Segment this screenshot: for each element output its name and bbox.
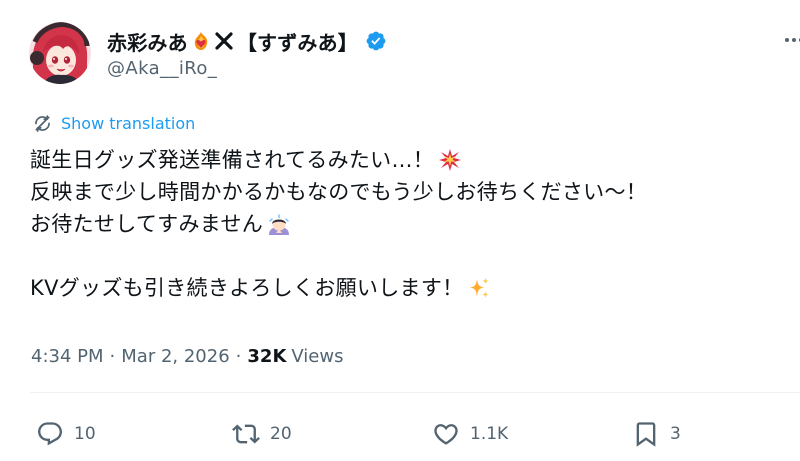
- retweet-icon: [232, 424, 260, 444]
- more-options-icon[interactable]: [782, 28, 800, 52]
- display-name[interactable]: 赤彩みあ: [107, 27, 188, 56]
- meta-separator: ·: [109, 346, 116, 367]
- divider: [30, 392, 800, 393]
- tweet-line-3-text: お待たせしてすみません: [30, 212, 264, 236]
- verified-badge-icon[interactable]: [365, 30, 387, 52]
- retweet-count: 20: [270, 424, 292, 444]
- avatar-image: [29, 22, 91, 84]
- bookmark-button[interactable]: 3: [632, 419, 681, 449]
- retweet-button[interactable]: 20: [232, 419, 292, 449]
- tweet-line-2-text: 反映まで少し時間かかるかもなのでもう少しお待ちください〜！: [30, 180, 648, 204]
- tweet-text: 誕生日グッズ発送準備されてるみたい…！ 反映まで少し時間かかるかもなのでもう少し…: [30, 144, 780, 304]
- tweet-card: 赤彩みあ 【すずみあ】 @Aka__iRo_ Show translation …: [0, 0, 800, 461]
- tweet-date[interactable]: Mar 2, 2026: [121, 346, 229, 367]
- views-count[interactable]: 32K: [247, 346, 286, 367]
- show-translation-button[interactable]: Show translation: [32, 112, 195, 134]
- bookmark-icon: [636, 422, 656, 447]
- tweet-meta: 4:34 PM · Mar 2, 2026 · 32K Views: [31, 346, 343, 367]
- collision-emoji-icon: [438, 148, 462, 172]
- display-name-row[interactable]: 赤彩みあ 【すずみあ】: [107, 27, 387, 55]
- tweet-time[interactable]: 4:34 PM: [31, 346, 104, 367]
- bookmark-count: 3: [670, 424, 681, 444]
- display-name-suffix[interactable]: 【すずみあ】: [237, 27, 358, 56]
- tweet-line-1: 誕生日グッズ発送準備されてるみたい…！: [30, 144, 780, 176]
- tweet-line-2: 反映まで少し時間かかるかもなのでもう少しお待ちください〜！: [30, 176, 780, 208]
- tweet-line-5: KVグッズも引き続きよろしくお願いします！: [30, 272, 780, 304]
- meta-separator: ·: [235, 346, 242, 367]
- tweet-line-5-text: KVグッズも引き続きよろしくお願いします！: [30, 276, 464, 300]
- like-count: 1.1K: [470, 424, 509, 444]
- translate-globe-icon: [32, 113, 53, 134]
- heart-icon: [434, 424, 458, 445]
- heart-on-fire-emoji-icon: [191, 31, 211, 51]
- tweet-line-3: お待たせしてすみません: [30, 208, 780, 240]
- reply-count: 10: [74, 424, 96, 444]
- person-bowing-emoji-icon: [267, 212, 291, 236]
- show-translation-label[interactable]: Show translation: [61, 114, 195, 133]
- like-button[interactable]: 1.1K: [432, 419, 508, 449]
- user-handle[interactable]: @Aka__iRo_: [107, 58, 217, 79]
- views-label[interactable]: Views: [291, 346, 343, 367]
- x-mark-icon: [214, 31, 234, 51]
- reply-icon: [38, 422, 62, 446]
- tweet-line-1-text: 誕生日グッズ発送準備されてるみたい…！: [30, 148, 435, 172]
- reply-button[interactable]: 10: [36, 419, 96, 449]
- sparkles-emoji-icon: [467, 276, 491, 300]
- avatar[interactable]: [29, 22, 91, 84]
